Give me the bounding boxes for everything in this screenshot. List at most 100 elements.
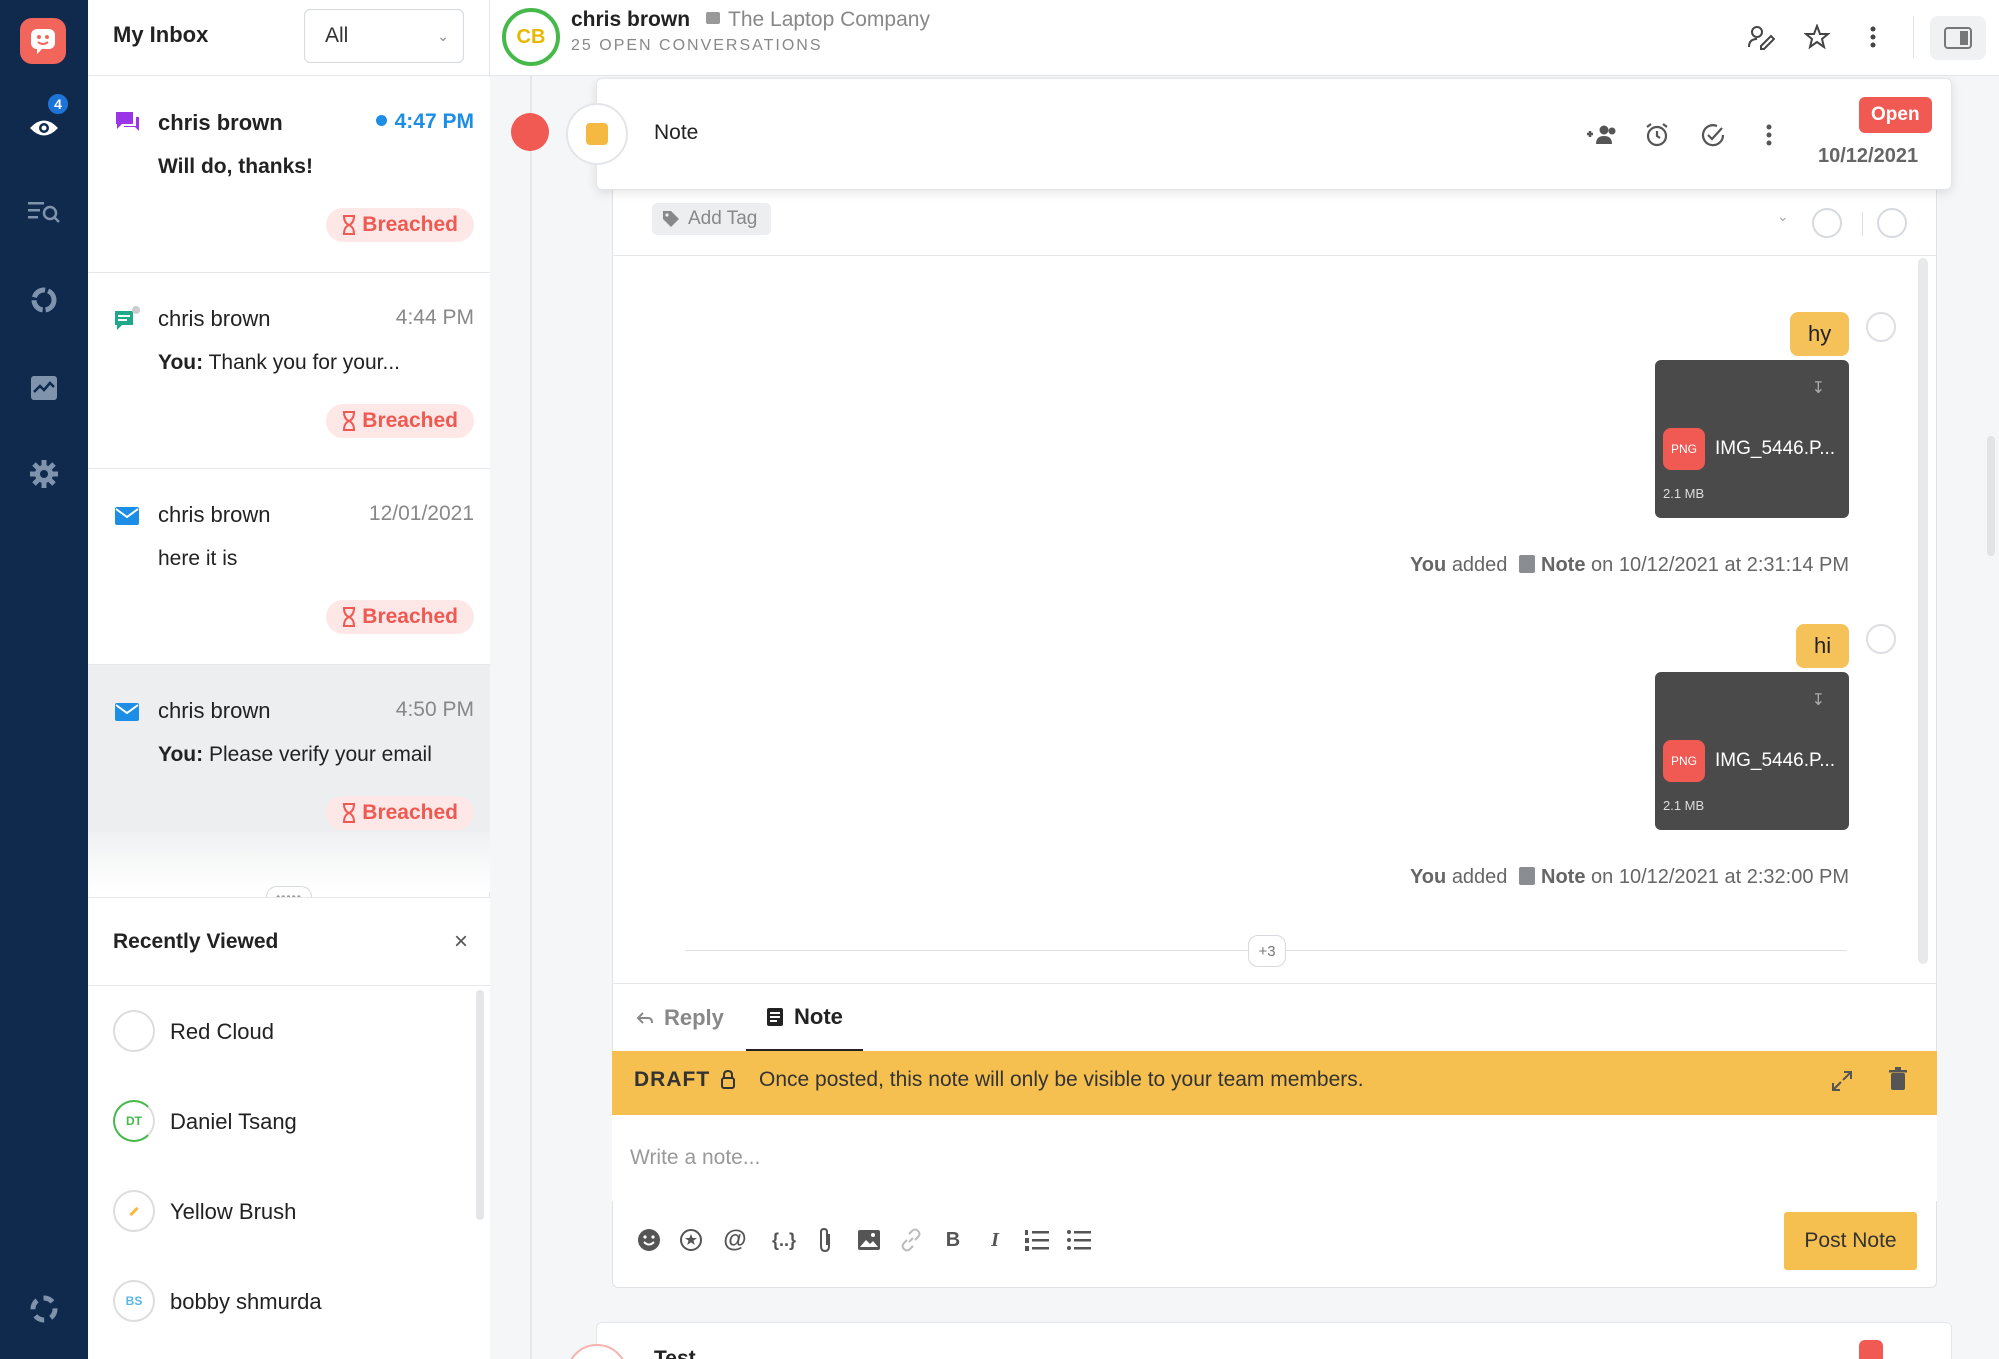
post-note-button[interactable]: Post Note <box>1784 1212 1917 1270</box>
activity-icon[interactable] <box>22 366 66 410</box>
recently-viewed-panel: Recently Viewed × Red Cloud DT Daniel Ts… <box>88 897 490 1359</box>
assignee-circle[interactable] <box>1877 208 1907 238</box>
divider <box>1862 212 1863 236</box>
note-icon <box>1519 867 1535 885</box>
company-name[interactable]: The Laptop Company <box>706 8 930 32</box>
panel-icon[interactable] <box>1930 16 1986 60</box>
hourglass-icon <box>343 607 356 627</box>
file-name: IMG_5446.P... <box>1715 750 1836 771</box>
more-messages-button[interactable]: +3 <box>1248 935 1286 967</box>
recent-item[interactable]: DT Daniel Tsang <box>88 1076 468 1166</box>
customer-name[interactable]: chris brown <box>571 8 690 32</box>
recent-item[interactable]: BS bobby shmurda <box>88 1256 468 1346</box>
help-icon[interactable] <box>22 1287 66 1331</box>
brush-icon <box>129 1206 139 1216</box>
link-icon[interactable] <box>894 1220 928 1260</box>
chevron-down-icon[interactable]: ⌄ <box>1777 208 1789 225</box>
activity-line: You added Note on 10/12/2021 at 2:31:14 … <box>1409 554 1849 576</box>
variable-icon[interactable]: {..} <box>762 1220 806 1260</box>
star-icon[interactable] <box>1800 20 1834 54</box>
recent-item[interactable]: Red Cloud <box>88 986 468 1076</box>
recent-item[interactable]: Yellow Brush <box>88 1166 468 1256</box>
conversation-item[interactable]: chris brown 4:44 PM You: Thank you for y… <box>88 273 490 469</box>
note-input[interactable] <box>612 1115 1937 1201</box>
canned-icon[interactable] <box>674 1220 708 1260</box>
avatar: BS <box>113 1280 155 1322</box>
snooze-icon[interactable] <box>1640 118 1674 152</box>
note-card-header[interactable] <box>596 78 1952 190</box>
status-badge[interactable]: Open <box>1859 97 1932 133</box>
tab-note[interactable]: Note <box>746 984 863 1052</box>
reports-icon[interactable] <box>22 278 66 322</box>
resolve-icon[interactable] <box>1696 118 1730 152</box>
hourglass-icon <box>343 803 356 823</box>
close-icon[interactable]: × <box>454 928 468 956</box>
sla-badge: Breached <box>326 208 474 242</box>
conversation-item[interactable]: chris brown 12/01/2021 here it is Breach… <box>88 469 490 665</box>
download-icon[interactable]: ↧ <box>1812 690 1825 710</box>
note-icon <box>566 103 628 165</box>
conversation-name: chris brown <box>158 306 271 331</box>
edit-icon[interactable] <box>1744 20 1778 54</box>
customer-avatar[interactable]: CB <box>502 8 560 66</box>
file-type-badge: PNG <box>1663 740 1705 782</box>
formatting-toolbar: @ {..} B I <box>612 1220 1612 1260</box>
inbox-title: My Inbox <box>113 22 209 47</box>
image-icon[interactable] <box>852 1220 886 1260</box>
mention-icon[interactable]: @ <box>718 1220 752 1260</box>
priority-circle[interactable] <box>1812 208 1842 238</box>
conversation-item[interactable]: chris brown 4:47 PM Will do, thanks! Bre… <box>88 77 490 273</box>
conversation-header: CB chris brown The Laptop Company 25 OPE… <box>490 0 1999 76</box>
building-icon <box>706 12 720 24</box>
note-icon <box>767 1007 783 1026</box>
emoji-icon[interactable] <box>632 1220 666 1260</box>
draft-banner: DRAFT Once posted, this note will only b… <box>612 1051 1937 1115</box>
composer-tabs: Reply Note <box>612 983 1937 1052</box>
ordered-list-icon[interactable] <box>1020 1220 1054 1260</box>
attach-icon[interactable] <box>808 1220 842 1260</box>
note-date: 10/12/2021 <box>1818 145 1919 167</box>
scrollbar[interactable] <box>476 990 484 1220</box>
gear-icon[interactable] <box>22 452 66 496</box>
bullet-list-icon[interactable] <box>1062 1220 1096 1260</box>
list-fade <box>88 832 490 892</box>
lock-icon <box>720 1069 736 1094</box>
scrollbar[interactable] <box>1918 258 1928 964</box>
file-size: 2.1 MB <box>1663 486 1705 501</box>
more-icon[interactable] <box>1752 118 1786 152</box>
reply-icon <box>636 1012 653 1024</box>
download-icon[interactable]: ↧ <box>1812 378 1825 398</box>
recent-item-name: Yellow Brush <box>170 1199 297 1224</box>
italic-icon[interactable]: I <box>978 1220 1012 1260</box>
expand-icon[interactable] <box>1830 1069 1854 1098</box>
next-conversation-card[interactable] <box>596 1322 1952 1359</box>
tab-reply[interactable]: Reply <box>636 984 724 1052</box>
more-icon[interactable] <box>1856 20 1890 54</box>
conversation-time: 4:44 PM <box>395 306 474 329</box>
scrollbar[interactable] <box>1987 436 1995 556</box>
file-name: IMG_5446.P... <box>1715 438 1836 459</box>
activity-line: You added Note on 10/12/2021 at 2:32:00 … <box>1409 866 1849 888</box>
logo-icon[interactable] <box>20 18 66 64</box>
bold-icon[interactable]: B <box>936 1220 970 1260</box>
recent-item-name: Red Cloud <box>170 1019 274 1044</box>
trash-icon[interactable] <box>1888 1067 1908 1096</box>
unread-dot <box>375 115 387 126</box>
chevron-down-icon: ⌄ <box>437 28 449 44</box>
inbox-count-badge: 4 <box>46 92 70 116</box>
sla-badge: Breached <box>326 600 474 634</box>
avatar: DT <box>113 1100 155 1142</box>
inbox-filter-select[interactable]: All ⌄ <box>304 9 464 63</box>
attachment[interactable]: ↧ PNG IMG_5446.P... 2.1 MB <box>1655 360 1849 518</box>
add-tag-button[interactable]: Add Tag <box>652 203 772 235</box>
search-list-icon[interactable] <box>22 190 66 234</box>
attachment[interactable]: ↧ PNG IMG_5446.P... 2.1 MB <box>1655 672 1849 830</box>
timeline-line <box>530 76 532 1359</box>
assign-icon[interactable] <box>1584 118 1618 152</box>
file-type-badge: PNG <box>1663 428 1705 470</box>
recently-viewed-title: Recently Viewed <box>113 930 279 953</box>
inbox-panel: My Inbox All ⌄ chris brown 4:47 PM Will … <box>88 0 490 1359</box>
avatar <box>113 1010 155 1052</box>
status-badge[interactable] <box>1859 1340 1883 1359</box>
conversation-time: 4:50 PM <box>395 698 474 721</box>
